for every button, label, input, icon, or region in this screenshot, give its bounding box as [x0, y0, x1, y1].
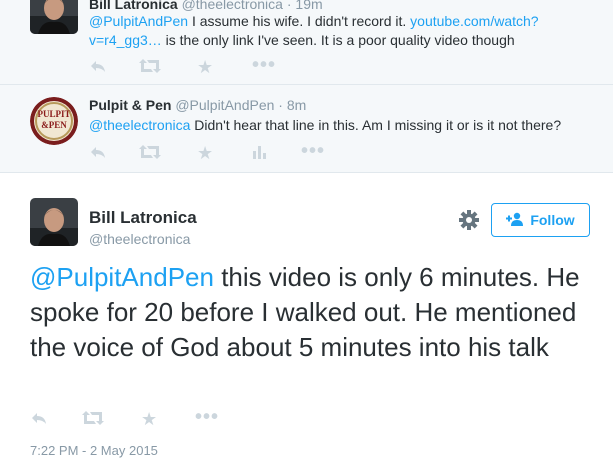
add-user-icon: [506, 212, 524, 229]
star-icon[interactable]: ★: [141, 410, 161, 428]
tweet-time[interactable]: · 19m: [287, 0, 323, 12]
avatar[interactable]: [30, 198, 78, 246]
tweet-text-part: I assume his wife. I didn't record it.: [188, 13, 411, 29]
display-name[interactable]: Pulpit & Pen: [89, 97, 171, 113]
reply-icon[interactable]: [89, 58, 109, 76]
analytics-icon[interactable]: [252, 144, 272, 162]
avatar-text: PULPIT: [37, 109, 71, 119]
star-icon[interactable]: ★: [197, 144, 217, 162]
username[interactable]: @theelectronica: [182, 0, 283, 12]
avatar[interactable]: [30, 0, 78, 34]
retweet-icon[interactable]: [82, 410, 104, 428]
tweet-text: @PulpitAndPen I assume his wife. I didn'…: [89, 12, 599, 50]
avatar[interactable]: PULPIT &PEN: [30, 97, 78, 145]
reply-icon[interactable]: [89, 144, 109, 162]
mention-link[interactable]: @PulpitAndPen: [30, 262, 214, 292]
username[interactable]: @PulpitAndPen: [175, 97, 274, 113]
display-name[interactable]: Bill Latronica: [89, 208, 197, 228]
tweet-timestamp[interactable]: 7:22 PM - 2 May 2015: [30, 443, 158, 458]
username[interactable]: @theelectronica: [89, 231, 190, 247]
tweet-time[interactable]: · 8m: [278, 97, 306, 113]
follow-button[interactable]: Follow: [491, 203, 590, 237]
tweet-header: Pulpit & Pen @PulpitAndPen · 8m: [89, 97, 306, 113]
star-icon[interactable]: ★: [197, 58, 217, 76]
tweet-text: @PulpitAndPen this video is only 6 minut…: [30, 260, 595, 365]
retweet-icon[interactable]: [139, 144, 161, 162]
tweet-text: @theelectronica Didn't hear that line in…: [89, 116, 599, 135]
retweet-icon[interactable]: [139, 58, 161, 76]
tweet-text-part: is the only link I've seen. It is a poor…: [161, 32, 515, 48]
mention-link[interactable]: @PulpitAndPen: [89, 13, 188, 29]
reply-tweet[interactable]: Bill Latronica @theelectronica · 19m @Pu…: [0, 0, 613, 85]
reply-tweet[interactable]: PULPIT &PEN Pulpit & Pen @PulpitAndPen ·…: [0, 85, 613, 173]
tweet-text-part: Didn't hear that line in this. Am I miss…: [190, 117, 562, 133]
gear-icon[interactable]: [458, 209, 480, 231]
mention-link[interactable]: @theelectronica: [89, 117, 190, 133]
main-tweet: Bill Latronica @theelectronica Follow @P…: [0, 173, 613, 476]
tweet-header: Bill Latronica @theelectronica · 19m: [89, 0, 323, 12]
display-name[interactable]: Bill Latronica: [89, 0, 178, 12]
more-icon[interactable]: •••: [301, 141, 324, 162]
more-icon[interactable]: •••: [252, 55, 275, 76]
follow-label: Follow: [530, 212, 575, 228]
more-icon[interactable]: •••: [195, 407, 218, 428]
avatar-text: &PEN: [41, 120, 67, 130]
reply-icon[interactable]: [30, 410, 50, 428]
